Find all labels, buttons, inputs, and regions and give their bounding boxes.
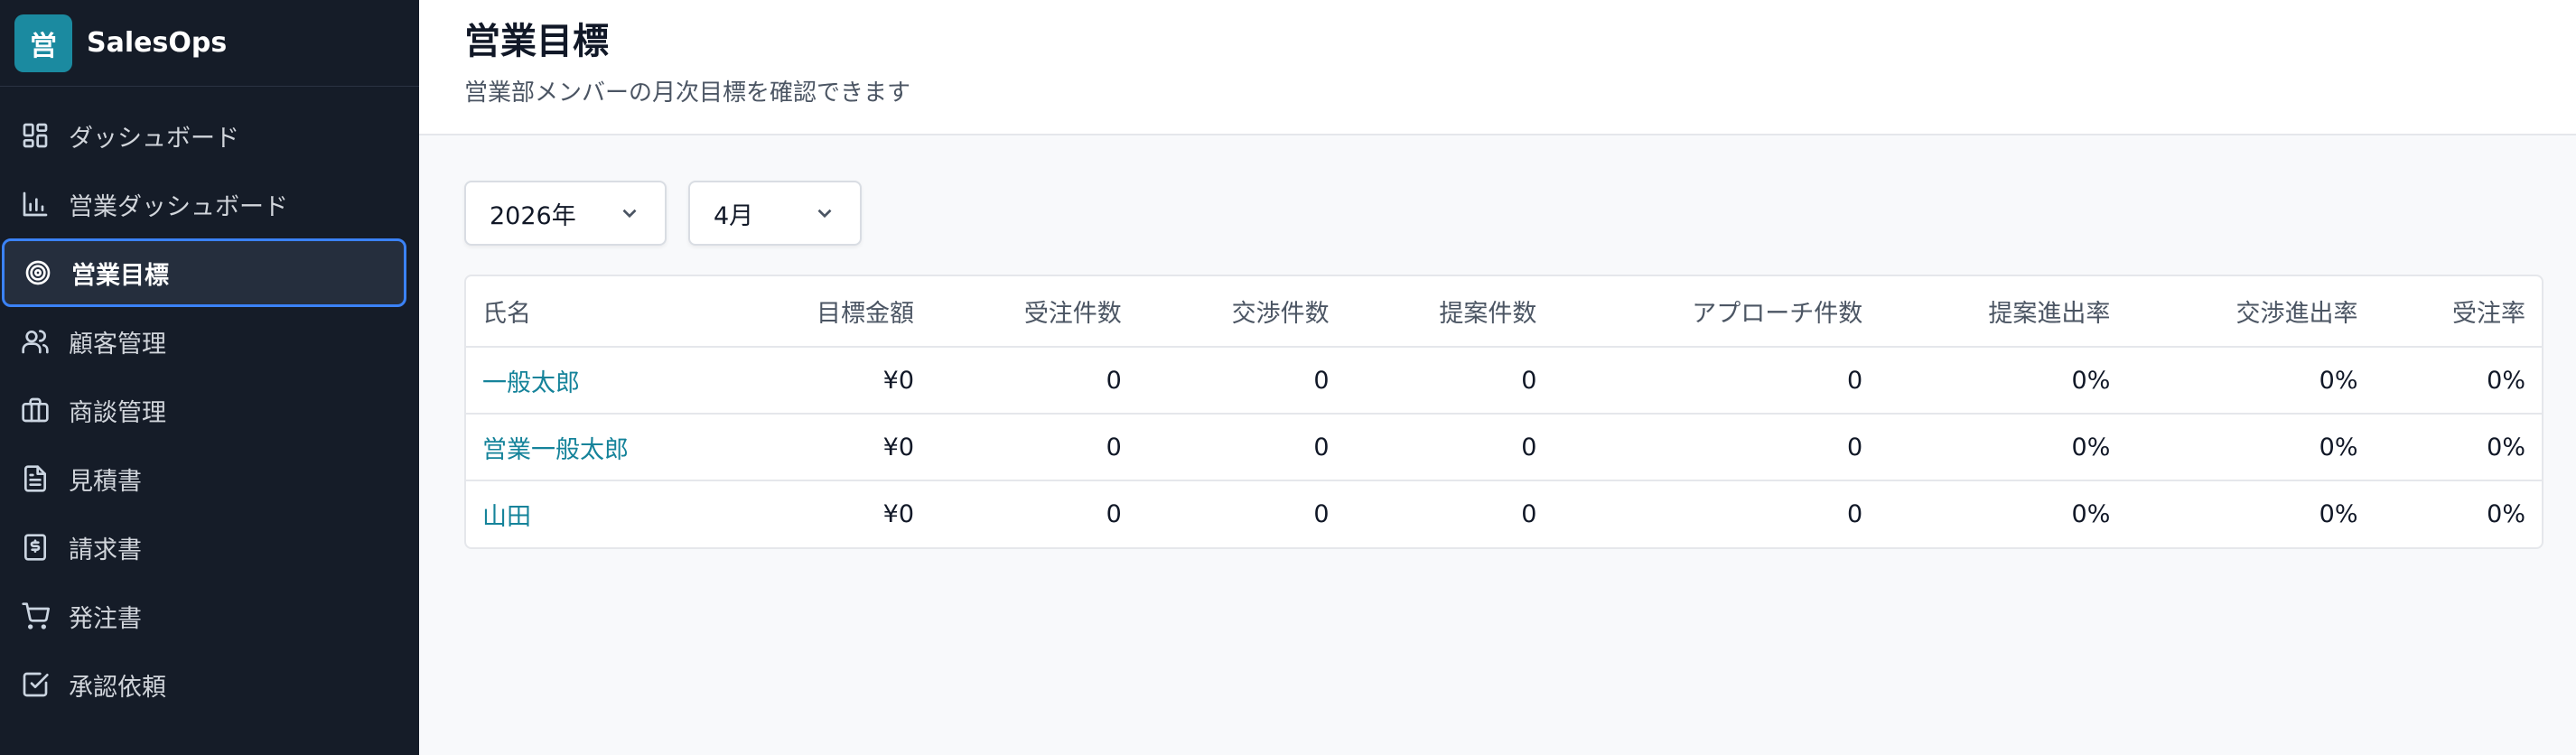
targets-table-card: 氏名 目標金額 受注件数 交渉件数 提案件数 アプローチ件数 提案進出率 交渉進… [464, 275, 2543, 549]
sidebar-item-dashboard[interactable]: ダッシュボード [0, 101, 419, 170]
proposals-cell: 0 [1521, 500, 1537, 528]
sidebar-item-sales-dashboard[interactable]: 営業ダッシュボード [0, 170, 419, 238]
sidebar-item-invoices[interactable]: 請求書 [0, 513, 419, 582]
win-rate-cell: 0% [2374, 347, 2542, 415]
member-name-link[interactable]: 一般太郎 [482, 369, 580, 397]
year-select[interactable]: 2026年 [464, 181, 667, 246]
target-icon [23, 257, 53, 288]
targets-table: 氏名 目標金額 受注件数 交渉件数 提案件数 アプローチ件数 提案進出率 交渉進… [466, 276, 2542, 547]
column-header-win-rate[interactable]: 受注率 [2374, 276, 2542, 348]
proposal-rate-cell: 0% [1879, 414, 2127, 481]
column-header-orders[interactable]: 受注件数 [930, 276, 1138, 348]
win-rate-cell: 0% [2487, 500, 2525, 528]
member-name-cell: 山田 [466, 480, 739, 547]
orders-cell: 0 [930, 347, 1138, 415]
negotiation-rate-cell: 0% [2126, 347, 2375, 415]
content-area: 2026年 4月 氏名 目標金額 受注件数 交渉件数 提案件数 アプローチ件数 … [419, 135, 2576, 549]
sidebar-item-quotes[interactable]: 見積書 [0, 444, 419, 513]
sidebar-item-customers[interactable]: 顧客管理 [0, 307, 419, 376]
member-name-cell: 営業一般太郎 [466, 414, 740, 481]
invoice-icon [20, 532, 51, 563]
target-amount-cell: ¥0 [739, 414, 931, 481]
proposal-rate-cell: 0% [1879, 347, 2127, 415]
users-icon [20, 326, 51, 357]
sidebar-item-label: 見積書 [69, 467, 142, 496]
orders-cell: 0 [1106, 500, 1122, 528]
table-row: 山田 ¥0 0 0 0 0 0% 0% 0% [466, 480, 2542, 547]
column-header-name[interactable]: 氏名 [466, 276, 740, 348]
proposals-cell: 0 [1345, 347, 1554, 415]
column-header-proposal-rate[interactable]: 提案進出率 [1879, 276, 2127, 348]
column-header-negotiation-rate[interactable]: 交渉進出率 [2126, 276, 2375, 348]
year-select-value: 2026年 [490, 201, 576, 230]
sidebar-item-label: 発注書 [69, 604, 142, 633]
sidebar-item-approvals[interactable]: 承認依頼 [0, 650, 419, 719]
proposal-rate-cell: 0% [2071, 500, 2111, 528]
negotiations-cell: 0 [1313, 500, 1330, 528]
sidebar-item-label: 請求書 [69, 536, 142, 564]
sidebar-item-label: 営業ダッシュボード [69, 192, 288, 221]
chevron-down-icon [817, 209, 832, 219]
win-rate-cell: 0% [2374, 414, 2542, 481]
sidebar-item-label: 顧客管理 [69, 330, 166, 359]
table-header-row: 氏名 目標金額 受注件数 交渉件数 提案件数 アプローチ件数 提案進出率 交渉進… [466, 276, 2542, 348]
brand-name: SalesOps [87, 27, 228, 59]
column-header-approaches[interactable]: アプローチ件数 [1553, 276, 1880, 348]
target-amount-cell: ¥0 [739, 347, 931, 415]
main-content: 営業目標 営業部メンバーの月次目標を確認できます 2026年 4月 氏名 目標金… [419, 0, 2576, 755]
bar-chart-icon [20, 189, 51, 219]
orders-cell: 0 [930, 414, 1138, 481]
month-select[interactable]: 4月 [688, 181, 862, 246]
filters: 2026年 4月 [464, 181, 2543, 246]
negotiation-rate-cell: 0% [2126, 414, 2375, 481]
sidebar-item-label: 承認依頼 [69, 673, 166, 702]
column-header-target-amount[interactable]: 目標金額 [739, 276, 931, 348]
proposals-cell: 0 [1345, 414, 1554, 481]
table-row: 一般太郎 ¥0 0 0 0 0 0% 0% 0% [466, 347, 2542, 415]
brand-logo: 営 [14, 14, 72, 72]
page-header: 営業目標 営業部メンバーの月次目標を確認できます [419, 0, 2576, 135]
sidebar-item-label: 商談管理 [69, 398, 166, 427]
sidebar-item-label: ダッシュボード [69, 124, 239, 153]
column-header-negotiations[interactable]: 交渉件数 [1137, 276, 1346, 348]
approaches-cell: 0 [1847, 500, 1863, 528]
table-row: 営業一般太郎 ¥0 0 0 0 0 0% 0% 0% [466, 414, 2542, 481]
member-name-link[interactable]: 営業一般太郎 [482, 436, 629, 464]
chevron-down-icon [622, 209, 637, 219]
month-select-value: 4月 [714, 201, 754, 230]
member-name-link[interactable]: 山田 [482, 503, 531, 531]
cart-icon [20, 601, 51, 631]
sidebar: 営 SalesOps ダッシュボード 営業ダッシュボード 営業目標 顧客管理 商… [0, 0, 419, 755]
approaches-cell: 0 [1553, 347, 1880, 415]
approaches-cell: 0 [1553, 414, 1880, 481]
document-icon [20, 463, 51, 494]
brand[interactable]: 営 SalesOps [0, 0, 419, 87]
dashboard-icon [20, 120, 51, 151]
check-square-icon [20, 669, 51, 700]
page-title: 営業目標 [464, 21, 609, 62]
sidebar-nav: ダッシュボード 営業ダッシュボード 営業目標 顧客管理 商談管理 見積書 請求書… [0, 87, 419, 719]
target-amount-cell: ¥0 [882, 500, 915, 528]
negotiation-rate-cell: 0% [2319, 500, 2358, 528]
negotiations-cell: 0 [1137, 347, 1346, 415]
sidebar-item-label: 営業目標 [71, 261, 169, 290]
column-header-proposals[interactable]: 提案件数 [1345, 276, 1554, 348]
briefcase-icon [20, 395, 51, 425]
sidebar-item-purchase-orders[interactable]: 発注書 [0, 582, 419, 650]
member-name-cell: 一般太郎 [466, 347, 740, 415]
sidebar-item-sales-targets[interactable]: 営業目標 [2, 238, 406, 307]
page-subtitle: 営業部メンバーの月次目標を確認できます [464, 79, 911, 107]
sidebar-item-deals[interactable]: 商談管理 [0, 376, 419, 444]
negotiations-cell: 0 [1137, 414, 1346, 481]
